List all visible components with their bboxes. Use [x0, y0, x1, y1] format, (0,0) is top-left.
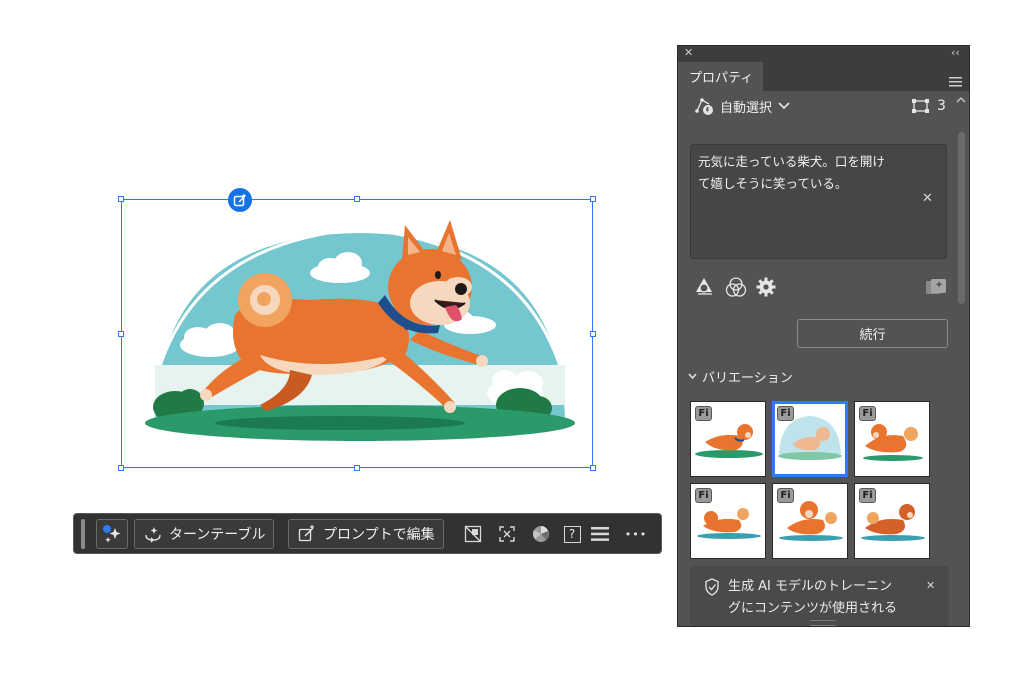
hamburger-icon	[949, 77, 962, 87]
mask-icon	[464, 525, 482, 543]
prompt-text-line-1: 元気に走っている柴犬。口を開け	[698, 154, 885, 169]
panel-resize-grip[interactable]	[810, 620, 836, 626]
effects-button[interactable]	[725, 276, 747, 302]
edit-with-prompt-button[interactable]: プロンプトで編集	[288, 519, 444, 549]
prompt-textarea[interactable]: 元気に走っている柴犬。口を開け て嬉しそうに笑っている。 ✕	[690, 144, 947, 259]
turntable-label: ターンテーブル	[169, 527, 266, 543]
resize-handle-bottom-center[interactable]	[354, 465, 360, 471]
resize-handle-top-right[interactable]	[590, 196, 596, 202]
style-reference-icon	[696, 278, 712, 295]
variation-thumbnail-2[interactable]: Fi	[772, 401, 848, 477]
resize-handle-bottom-right[interactable]	[590, 465, 596, 471]
variations-label: バリエーション	[702, 370, 793, 386]
auto-select-dropdown[interactable]: 自動選択	[694, 95, 790, 117]
edit-prompt-icon	[298, 524, 315, 542]
mask-button[interactable]	[461, 522, 485, 546]
panel-scrollbar[interactable]	[955, 94, 967, 622]
auto-select-label: 自動選択	[720, 100, 773, 116]
firefly-badge: Fi	[859, 488, 876, 503]
recolor-button[interactable]	[529, 522, 553, 546]
notice-text-line-1: 生成 AI モデルのトレーニン	[728, 579, 892, 594]
shield-icon	[705, 578, 719, 596]
variation-thumbnail-6[interactable]: Fi	[854, 483, 930, 559]
generative-edit-icon	[233, 193, 247, 207]
firefly-badge: Fi	[695, 406, 712, 421]
color-wheel-icon	[533, 526, 549, 542]
crop-fit-icon	[499, 526, 515, 542]
taskbar-options-button[interactable]	[588, 522, 612, 546]
help-icon: ?	[563, 525, 581, 543]
variation-thumbnail-1[interactable]: Fi	[690, 401, 766, 477]
resize-handle-top-left[interactable]	[118, 196, 124, 202]
gear-icon	[756, 277, 776, 297]
resize-handle-bottom-left[interactable]	[118, 465, 124, 471]
scroll-up-icon[interactable]	[955, 96, 967, 104]
edit-prompt-label: プロンプトで編集	[323, 527, 435, 543]
resize-handle-middle-right[interactable]	[590, 331, 596, 337]
collapse-panel-icon[interactable]: ‹‹	[951, 46, 960, 59]
variation-thumbnail-5[interactable]: Fi	[772, 483, 848, 559]
dismiss-notice-icon[interactable]: ✕	[926, 579, 935, 592]
firefly-badge: Fi	[859, 406, 876, 421]
clear-prompt-icon[interactable]: ✕	[922, 191, 933, 206]
sparkle-icon	[103, 525, 121, 543]
panel-tab-bar: プロパティ	[678, 62, 969, 91]
taskbar-drag-handle[interactable]	[81, 519, 85, 549]
generative-object-badge[interactable]	[228, 188, 252, 212]
hamburger-icon	[591, 527, 609, 541]
firefly-badge-label: Fi	[780, 490, 791, 501]
layers-icon	[912, 99, 929, 113]
firefly-badge-label: Fi	[698, 408, 709, 419]
help-label: ?	[568, 527, 576, 541]
variation-thumbnail-4[interactable]: Fi	[690, 483, 766, 559]
variations-section-header[interactable]: バリエーション	[688, 366, 793, 386]
auto-select-icon	[695, 98, 713, 115]
overlapping-circles-icon	[725, 277, 747, 297]
firefly-badge-label: Fi	[698, 490, 709, 501]
resize-handle-middle-left[interactable]	[118, 331, 124, 337]
firefly-badge-label: Fi	[862, 490, 873, 501]
continue-label: 続行	[859, 328, 886, 343]
firefly-badge: Fi	[777, 488, 794, 503]
firefly-badge-label: Fi	[780, 408, 791, 419]
continue-button[interactable]: 続行	[797, 319, 948, 348]
style-reference-button[interactable]	[695, 276, 715, 300]
firefly-badge: Fi	[695, 488, 712, 503]
contextual-task-bar: ターンテーブル プロンプトで編集 ? •••	[73, 513, 662, 554]
tab-properties[interactable]: プロパティ	[678, 62, 763, 91]
turntable-icon	[145, 527, 161, 543]
scrollbar-thumb[interactable]	[958, 132, 965, 304]
prompt-text-line-2: て嬉しそうに笑っている。	[698, 176, 848, 191]
resize-handle-top-center[interactable]	[354, 196, 360, 202]
crop-button[interactable]	[495, 522, 519, 546]
settings-button[interactable]	[756, 277, 776, 301]
variation-thumbnail-3[interactable]: Fi	[854, 401, 930, 477]
help-button[interactable]: ?	[560, 522, 584, 546]
generative-gallery-icon	[926, 279, 946, 294]
chevron-down-icon	[778, 102, 790, 110]
selection-bounding-box[interactable]	[121, 199, 593, 468]
gallery-button[interactable]	[925, 277, 947, 301]
generative-ai-menu-button[interactable]	[96, 519, 128, 549]
panel-title-strip: ✕ ‹‹	[678, 46, 969, 62]
firefly-badge: Fi	[777, 406, 794, 421]
notice-text-line-2: グにコンテンツが使用される	[728, 601, 898, 616]
turntable-button[interactable]: ターンテーブル	[134, 519, 275, 549]
layer-count-indicator: 3	[911, 95, 946, 117]
close-panel-icon[interactable]: ✕	[684, 46, 693, 59]
more-label: •••	[624, 527, 648, 541]
ai-training-notice: 生成 AI モデルのトレーニン グにコンテンツが使用される ✕	[690, 566, 949, 626]
tab-properties-label: プロパティ	[689, 71, 754, 86]
panel-menu-button[interactable]	[949, 72, 962, 91]
more-options-button[interactable]: •••	[624, 522, 648, 546]
properties-panel: ✕ ‹‹ プロパティ 自動選択 3 元気に走っている柴犬。口を開け て嬉しそうに…	[677, 45, 970, 627]
layer-count: 3	[937, 98, 946, 114]
chevron-down-icon	[688, 373, 697, 379]
firefly-badge-label: Fi	[862, 408, 873, 419]
